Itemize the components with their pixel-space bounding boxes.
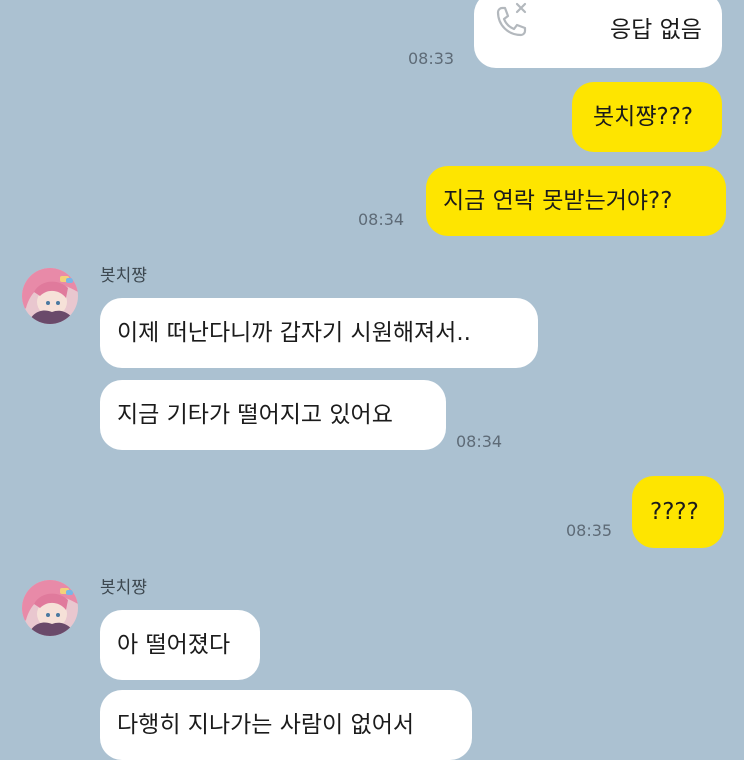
message-text: ???? xyxy=(650,498,699,525)
sender-name: 봇치쨩 xyxy=(100,266,147,286)
other-message-bubble[interactable]: 다행히 지나가는 사람이 없어서 xyxy=(100,690,472,760)
avatar-image xyxy=(22,268,78,324)
other-message-bubble[interactable]: 아 떨어졌다 xyxy=(100,610,260,680)
message-text: 아 떨어졌다 xyxy=(117,631,231,658)
my-message-bubble[interactable]: ???? xyxy=(632,476,724,548)
missed-call-text: 응답 없음 xyxy=(610,16,702,43)
avatar-image xyxy=(22,580,78,636)
message-text: 다행히 지나가는 사람이 없어서 xyxy=(117,711,415,738)
timestamp: 08:34 xyxy=(358,210,405,229)
message-text: 봇치쨩??? xyxy=(593,103,694,130)
other-message-bubble[interactable]: 지금 기타가 떨어지고 있어요 xyxy=(100,380,446,450)
message-text: 이제 떠난다니까 갑자기 시원해져서.. xyxy=(117,319,471,346)
sender-name: 봇치쨩 xyxy=(100,578,147,598)
timestamp: 08:35 xyxy=(566,521,613,540)
chat-room: 응답 없음 08:33 봇치쨩??? 지금 연락 못받는거야?? 08:34 봇… xyxy=(0,0,744,760)
missed-call-bubble[interactable]: 응답 없음 xyxy=(474,0,722,68)
avatar[interactable] xyxy=(22,580,78,636)
timestamp: 08:33 xyxy=(408,49,455,68)
other-message-bubble[interactable]: 이제 떠난다니까 갑자기 시원해져서.. xyxy=(100,298,538,368)
my-message-bubble[interactable]: 지금 연락 못받는거야?? xyxy=(426,166,726,236)
my-message-bubble[interactable]: 봇치쨩??? xyxy=(572,82,722,152)
message-text: 지금 연락 못받는거야?? xyxy=(443,187,673,214)
missed-call-icon xyxy=(492,2,528,40)
timestamp: 08:34 xyxy=(456,432,503,451)
avatar[interactable] xyxy=(22,268,78,324)
message-text: 지금 기타가 떨어지고 있어요 xyxy=(117,401,393,428)
